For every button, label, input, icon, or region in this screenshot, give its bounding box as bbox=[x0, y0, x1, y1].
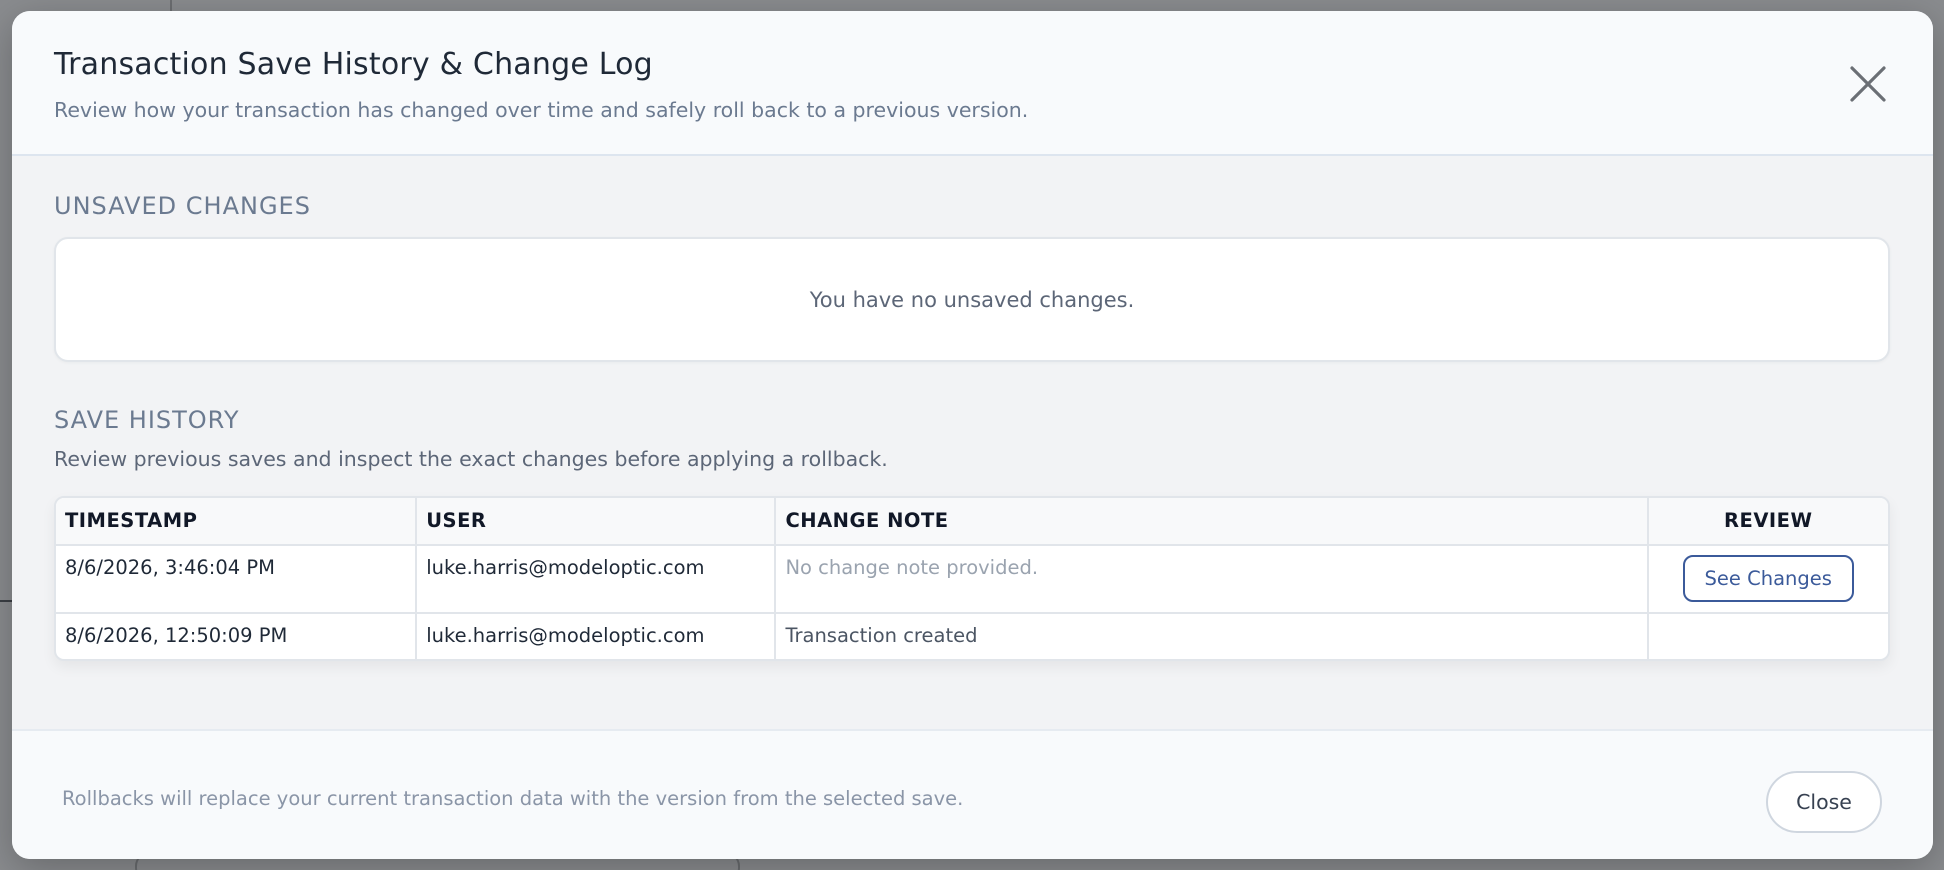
save-history-description: Review previous saves and inspect the ex… bbox=[54, 447, 888, 471]
modal-subtitle: Review how your transaction has changed … bbox=[54, 98, 1029, 122]
modal-footer: Rollbacks will replace your current tran… bbox=[12, 729, 1933, 859]
unsaved-empty-message: You have no unsaved changes. bbox=[809, 287, 1135, 312]
table-header-row: TIMESTAMP USER CHANGE NOTE REVIEW bbox=[56, 498, 1888, 544]
close-icon[interactable] bbox=[1848, 64, 1888, 104]
table-row: 8/6/2026, 12:50:09 PM luke.harris@modelo… bbox=[56, 612, 1888, 659]
change-note-cell: No change note provided. bbox=[774, 546, 1646, 612]
table-row: 8/6/2026, 3:46:04 PM luke.harris@modelop… bbox=[56, 544, 1888, 612]
column-header-change-note: CHANGE NOTE bbox=[774, 498, 1646, 544]
user-cell: luke.harris@modeloptic.com bbox=[415, 614, 774, 659]
review-cell: See Changes bbox=[1646, 546, 1889, 612]
modal-title: Transaction Save History & Change Log bbox=[54, 47, 653, 82]
column-header-review: REVIEW bbox=[1646, 498, 1889, 544]
column-header-user: USER bbox=[415, 498, 774, 544]
close-button[interactable]: Close bbox=[1766, 771, 1882, 833]
save-history-heading: SAVE HISTORY bbox=[54, 406, 240, 434]
save-history-table: TIMESTAMP USER CHANGE NOTE REVIEW 8/6/20… bbox=[54, 496, 1890, 661]
see-changes-button[interactable]: See Changes bbox=[1682, 555, 1854, 602]
unsaved-changes-card: You have no unsaved changes. bbox=[54, 237, 1890, 362]
review-cell bbox=[1646, 614, 1889, 659]
modal-header: Transaction Save History & Change Log Re… bbox=[12, 11, 1933, 156]
timestamp-cell: 8/6/2026, 3:46:04 PM bbox=[65, 556, 275, 579]
unsaved-changes-heading: UNSAVED CHANGES bbox=[54, 192, 311, 220]
change-note-cell: Transaction created bbox=[774, 614, 1646, 659]
user-cell: luke.harris@modeloptic.com bbox=[415, 546, 774, 612]
save-history-modal: Transaction Save History & Change Log Re… bbox=[12, 11, 1933, 859]
rollback-warning-note: Rollbacks will replace your current tran… bbox=[62, 787, 964, 810]
column-header-timestamp: TIMESTAMP bbox=[65, 509, 198, 532]
timestamp-cell: 8/6/2026, 12:50:09 PM bbox=[65, 624, 288, 647]
